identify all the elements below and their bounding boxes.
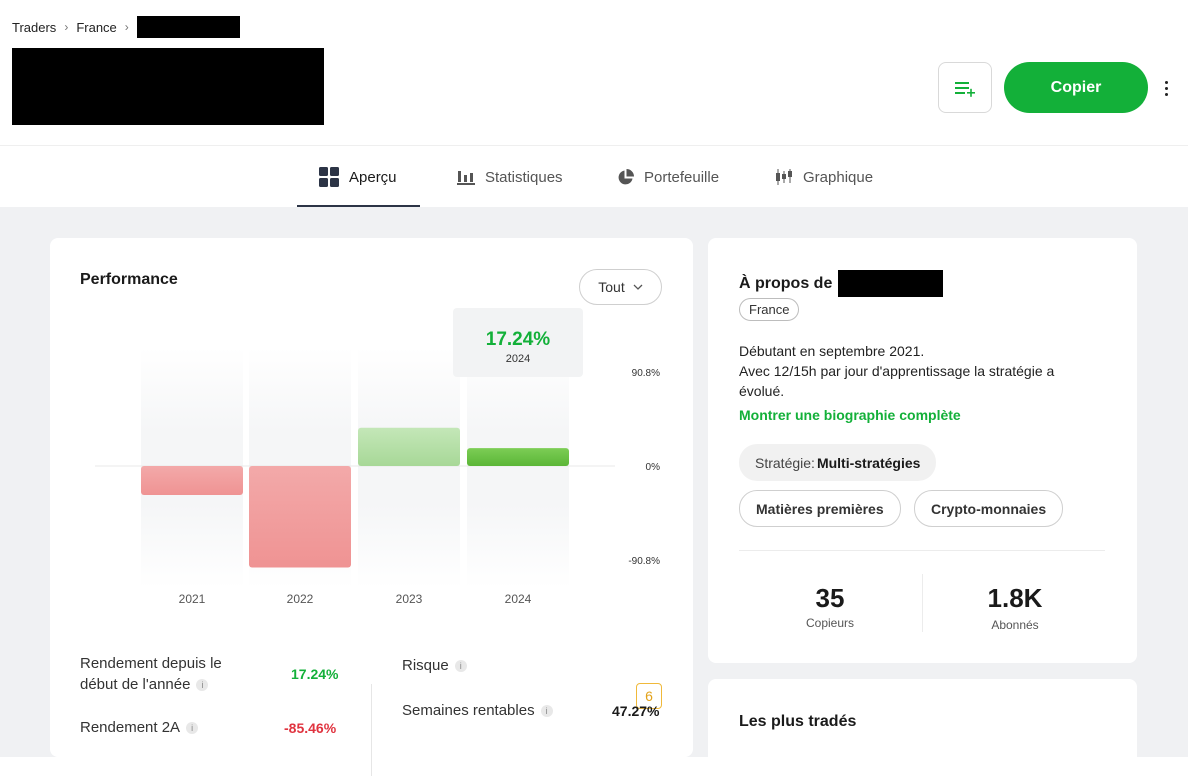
breadcrumb-france[interactable]: France: [76, 20, 116, 35]
tab-graphique[interactable]: Graphique: [775, 146, 873, 208]
two-year-return-label: Rendement 2A i: [80, 717, 199, 738]
profitable-weeks-value: 47.27%: [612, 703, 660, 719]
chart-bar-2023[interactable]: [358, 427, 460, 466]
show-full-bio-link[interactable]: Montrer une biographie complète: [739, 407, 961, 423]
redacted-trader-name: [12, 48, 324, 125]
y-tick-label: 90.8%: [632, 368, 660, 379]
most-traded-card: Les plus tradés: [708, 679, 1137, 757]
candlestick-icon: [776, 169, 792, 185]
chevron-right-icon: ›: [64, 20, 69, 34]
weeks-label-text: Semaines rentables: [402, 702, 535, 719]
redacted-username: [136, 16, 240, 38]
bio-line1: Débutant en septembre 2021.: [739, 343, 925, 359]
more-vertical-icon[interactable]: [1156, 76, 1176, 100]
about-card: À propos de France Débutant en septembre…: [708, 238, 1137, 663]
copiers-label: Copieurs: [805, 616, 855, 630]
performance-chart: 2021 2022 2023 2024 90.8% 0% -90.8% 17.24% 20…: [95, 308, 661, 606]
ytd-label-line2: début de l'année: [80, 676, 191, 693]
risk-label: Risque i: [402, 655, 467, 676]
info-icon[interactable]: i: [186, 722, 199, 735]
strategy-value: Multi-stratégies: [816, 454, 921, 471]
tab-label: Aperçu: [349, 168, 397, 186]
redacted-username: [838, 270, 944, 297]
tab-statistiques[interactable]: Statistiques: [457, 146, 563, 208]
most-traded-title: Les plus tradés: [739, 713, 857, 730]
chevron-right-icon: ›: [124, 20, 129, 34]
x-tick-label: 2023: [396, 592, 423, 606]
tab-portefeuille[interactable]: Portefeuille: [617, 146, 719, 208]
stats-divider: [371, 684, 372, 776]
strategy-pill: Stratégie: Multi-stratégies: [739, 444, 937, 481]
page-header: Traders › France › Copier: [0, 0, 1188, 145]
info-icon[interactable]: i: [540, 705, 553, 718]
about-title: À propos de: [739, 270, 944, 297]
two-year-label: Rendement 2A: [80, 719, 181, 736]
bio-text: Débutant en septembre 2021. Avec 12/15h …: [739, 341, 1099, 401]
ytd-label-line1: Rendement depuis le: [80, 655, 222, 672]
tab-label: Statistiques: [485, 168, 563, 186]
x-tick-label: 2022: [287, 592, 314, 606]
followers-label: Abonnés: [991, 618, 1039, 632]
tab-label: Graphique: [803, 168, 874, 186]
pie-chart-icon: [618, 168, 634, 184]
breadcrumb-traders[interactable]: Traders: [12, 20, 56, 35]
y-tick-label: 0%: [646, 462, 661, 473]
two-year-return-value: -85.46%: [284, 720, 337, 736]
tab-bar: Aperçu Statistiques Portefeuille Graphiq…: [0, 145, 1188, 208]
info-icon[interactable]: i: [454, 660, 467, 673]
chart-bar-2022[interactable]: [249, 466, 351, 568]
x-tick-label: 2021: [179, 592, 206, 606]
tab-apercu[interactable]: Aperçu: [319, 146, 397, 208]
followers-count: 1.8K: [987, 583, 1043, 613]
breadcrumb: Traders › France ›: [12, 16, 240, 38]
tag-commodities[interactable]: Matières premières: [739, 490, 901, 527]
tooltip-value: 17.24%: [486, 329, 551, 350]
add-to-watchlist-button[interactable]: [938, 62, 992, 113]
copy-button[interactable]: Copier: [1004, 62, 1148, 113]
performance-card: Performance Tout 2021 2022 2023 2024 90.…: [50, 238, 693, 776]
profitable-weeks-label: Semaines rentables i: [402, 700, 553, 721]
info-icon[interactable]: i: [196, 679, 209, 692]
y-tick-label: -90.8%: [628, 556, 660, 567]
about-divider: [739, 550, 1105, 551]
chart-bar-2024[interactable]: [467, 448, 569, 466]
bio-line2: Avec 12/15h par jour d'apprentissage la …: [739, 363, 1055, 399]
risk-label-text: Risque: [402, 657, 449, 674]
tab-label: Portefeuille: [644, 168, 720, 186]
copiers-count: 35: [815, 583, 845, 613]
tooltip-year: 2024: [506, 353, 530, 365]
chart-column-bg: [467, 348, 569, 588]
tag-crypto[interactable]: Crypto-monnaies: [914, 490, 1064, 527]
counts-divider: [922, 574, 923, 632]
chart-tooltip: 17.24% 2024: [453, 308, 583, 377]
x-tick-label: 2024: [505, 592, 532, 606]
ytd-return-label: Rendement depuis le début de l'année i: [80, 653, 222, 695]
bar-chart-icon: [457, 171, 475, 185]
country-tag: France: [739, 298, 800, 321]
chart-bar-2021[interactable]: [141, 466, 243, 495]
main-content: Performance Tout 2021 2022 2023 2024 90.…: [0, 207, 1188, 776]
about-title-text: À propos de: [739, 274, 833, 292]
chart-column-bg: [358, 348, 460, 588]
strategy-prefix: Stratégie:: [755, 454, 815, 471]
grid-icon: [319, 167, 339, 187]
ytd-return-value: 17.24%: [291, 666, 339, 682]
watchlist-add-icon: [955, 81, 975, 97]
